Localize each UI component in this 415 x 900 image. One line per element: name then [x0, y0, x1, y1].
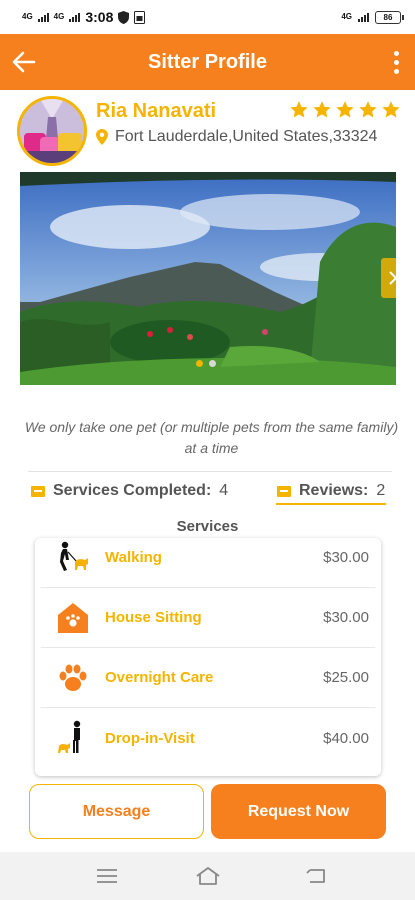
service-name: Drop-in-Visit	[105, 729, 195, 747]
dog-walking-icon	[60, 541, 88, 571]
app-bar: Sitter Profile	[0, 34, 415, 90]
service-price: $30.00	[323, 609, 369, 626]
services-list: Walking $30.00 House Sitting $30.00 Over…	[35, 538, 381, 776]
slide-dot[interactable]	[209, 360, 216, 367]
home-icon[interactable]	[195, 864, 221, 888]
system-nav-bar	[0, 852, 415, 900]
request-now-button[interactable]: Request Now	[211, 784, 386, 839]
battery-level: 86	[383, 12, 393, 22]
service-item-house-sitting[interactable]: House Sitting $30.00	[41, 588, 375, 648]
star-icon	[290, 101, 308, 118]
star-icon	[359, 101, 377, 118]
reviews-value: 2	[376, 482, 386, 499]
services-heading: Services	[176, 518, 239, 535]
sim-card-icon	[134, 10, 146, 24]
slide-dot-active[interactable]	[196, 360, 203, 367]
service-item-overnight-care[interactable]: Overnight Care $25.00	[41, 648, 375, 708]
star-icon	[336, 101, 354, 118]
service-name: Walking	[105, 549, 162, 566]
reviews-underline	[276, 503, 386, 505]
status-right: 4G 86	[341, 10, 404, 24]
chevron-right-icon	[388, 271, 396, 285]
gallery-photo	[20, 172, 396, 385]
status-left: 4G 4G 3:08	[22, 9, 146, 25]
reviews-icon	[277, 485, 291, 497]
sitter-name: Ria Nanavati	[96, 100, 217, 122]
reviews-stat[interactable]: Reviews: 2	[277, 482, 385, 500]
person-with-dog-icon	[58, 720, 81, 753]
signal-bars-icon	[37, 12, 49, 22]
services-completed-stat: Services Completed: 4	[31, 482, 228, 500]
battery-icon: 86	[375, 10, 404, 24]
avatar-image	[20, 99, 84, 163]
avatar	[17, 96, 87, 166]
screen: 4G 4G 3:08 4G 86 Sitter Profile Ria Nana…	[0, 0, 415, 900]
service-item-walking[interactable]: Walking $30.00	[41, 538, 375, 588]
service-name: House Sitting	[105, 609, 202, 626]
signal-bars-icon-right	[358, 12, 369, 22]
signal-bars-icon-2	[69, 12, 81, 22]
paw-icon	[59, 664, 87, 691]
signal-label-2: 4G	[53, 12, 65, 21]
service-name: Overnight Care	[105, 669, 214, 686]
status-bar: 4G 4G 3:08 4G 86	[0, 0, 415, 34]
services-completed-value: 4	[219, 482, 229, 499]
map-pin-icon	[96, 129, 108, 145]
divider	[28, 471, 392, 472]
page-title: Sitter Profile	[148, 50, 267, 73]
message-button[interactable]: Message	[29, 784, 204, 839]
location-text: Fort Lauderdale,United States,33324	[115, 128, 378, 145]
arrow-left-icon[interactable]	[10, 48, 38, 76]
status-time: 3:08	[85, 9, 114, 25]
shield-icon	[118, 10, 130, 24]
service-item-drop-in-visit[interactable]: Drop-in-Visit $40.00	[41, 708, 375, 768]
services-completed-label: Services Completed:	[53, 482, 212, 499]
service-price: $40.00	[323, 729, 369, 747]
photo-gallery[interactable]	[20, 172, 396, 385]
menu-icon[interactable]	[94, 864, 120, 888]
back-icon[interactable]	[304, 864, 330, 888]
service-price: $30.00	[323, 549, 369, 566]
signal-label-1: 4G	[22, 12, 33, 21]
sitter-bio: We only take one pet (or multiple pets f…	[24, 419, 399, 456]
reviews-label: Reviews:	[299, 482, 369, 499]
ticket-icon	[31, 485, 45, 497]
signal-label-right: 4G	[341, 12, 352, 21]
slide-dots	[196, 360, 216, 367]
more-vertical-icon[interactable]	[389, 48, 403, 76]
pet-house-icon	[58, 602, 88, 633]
next-slide-button[interactable]	[381, 258, 396, 298]
rating-stars	[289, 100, 401, 120]
star-icon	[313, 101, 331, 118]
service-price: $25.00	[323, 669, 369, 686]
star-icon	[382, 101, 400, 118]
location: Fort Lauderdale,United States,33324	[96, 128, 377, 146]
